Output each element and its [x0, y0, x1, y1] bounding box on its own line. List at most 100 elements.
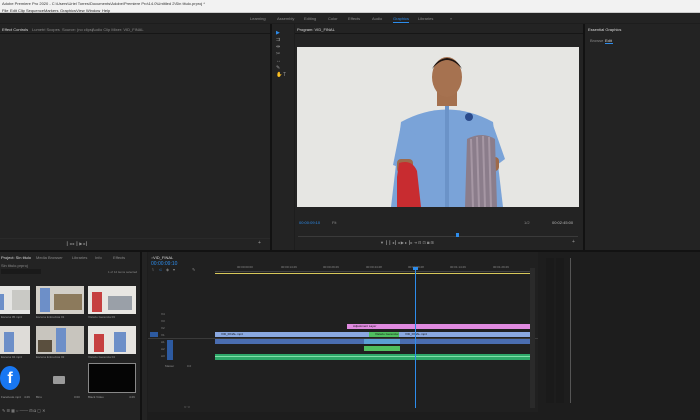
tools-panel: ▶ ⇉ ⇹ ✂ ↔ ✎ ✋ T: [272, 24, 294, 250]
clip-vid-final-2[interactable]: VID_FINAL.mp4: [399, 332, 530, 337]
tab-project[interactable]: Project: Sin titulo: [1, 255, 31, 260]
track-a1-label[interactable]: A1: [161, 340, 165, 344]
source-patch-v1[interactable]: [150, 332, 158, 337]
add-marker-icon[interactable]: ◈: [166, 268, 170, 272]
clip-vid-final-1[interactable]: VID_FINAL.mp4: [215, 332, 369, 337]
track-a3-label[interactable]: A3: [161, 354, 165, 358]
program-video-frame[interactable]: [297, 47, 579, 207]
workspace-audio[interactable]: Audio: [372, 16, 382, 21]
pen-icon[interactable]: ✎: [276, 66, 280, 71]
thumb-bins-duration: 0:00: [74, 395, 80, 399]
tab-program[interactable]: Program: VID_FINAL: [297, 27, 335, 32]
audio-meter-left: [546, 258, 554, 403]
tab-libraries[interactable]: Libraries: [72, 255, 87, 260]
settings-icon[interactable]: ▾: [173, 268, 177, 272]
tab-lumetri-scopes[interactable]: Lumetri Scopes: [32, 27, 60, 32]
thumb-escena-entrevista-01-label: Escena Entrevista 01: [36, 315, 65, 319]
track-v4-label[interactable]: V4: [161, 312, 165, 316]
thumb-escena-entrevista-01[interactable]: [36, 286, 84, 314]
thumb-vistazo-gerencia-04[interactable]: [88, 326, 136, 354]
track-select-icon[interactable]: ⇉: [276, 38, 280, 43]
clip-adjustment-layer[interactable]: Adjustment Layer: [347, 324, 530, 329]
project-search-input[interactable]: [1, 269, 41, 274]
razor-icon[interactable]: ✂: [276, 52, 280, 57]
clip-a1-small[interactable]: [364, 346, 400, 351]
clip-v1-insert[interactable]: [364, 339, 400, 344]
tab-effects[interactable]: Effects: [113, 255, 125, 260]
clip-vistazo-gerencia[interactable]: Vistazo Gerencia 01: [369, 332, 399, 337]
thumb-escena-04[interactable]: [0, 326, 30, 354]
workspace-assembly[interactable]: Assembly: [277, 16, 294, 21]
program-transport-icons[interactable]: ▼ ┃ ┃ ◂┃ ◂ ▶ ▸ ┃▸ ⇥ ⊟ ⊡ ◙ ⊞: [380, 240, 434, 245]
timeline-close-icon[interactable]: ×: [151, 255, 153, 260]
ruler-tick-3: 00:00:44:28: [366, 265, 382, 269]
workspace-more-icon[interactable]: »: [450, 16, 452, 21]
eg-edit-underline: [605, 43, 613, 44]
timeline-zoom-icon[interactable]: ○ ○: [184, 404, 190, 409]
track-master-value[interactable]: 0.0: [187, 364, 191, 368]
vertical-separator-3[interactable]: [140, 252, 142, 420]
track-a2-label[interactable]: A2: [161, 347, 165, 351]
workspace-editing[interactable]: Editing: [304, 16, 316, 21]
program-fit-select[interactable]: Fit: [332, 220, 336, 225]
workspace-active-underline: [393, 22, 409, 23]
tab-info[interactable]: Info: [95, 255, 102, 260]
vertical-separator-1[interactable]: [270, 24, 272, 250]
track-v2-label[interactable]: V2: [161, 326, 165, 330]
vertical-separator-2[interactable]: [583, 24, 585, 250]
ruler-tick-2: 00:00:29:29: [323, 265, 339, 269]
program-add-icon[interactable]: +: [572, 240, 575, 245]
thumb-facebook[interactable]: f: [0, 366, 30, 394]
tab-source[interactable]: Source: (no clips): [62, 27, 93, 32]
work-area-bar[interactable]: [215, 273, 530, 274]
ruler-tick-5: 00:01:14:29: [450, 265, 466, 269]
workspace-graphics[interactable]: Graphics: [393, 16, 409, 21]
program-quality-select[interactable]: 1/2: [524, 220, 530, 225]
type-icon[interactable]: T: [283, 73, 286, 78]
snap-icon[interactable]: ⌇: [152, 268, 156, 272]
tab-essential-graphics[interactable]: Essential Graphics: [588, 27, 621, 32]
source-add-icon[interactable]: +: [258, 241, 261, 246]
audio-meter-scale: [570, 258, 575, 403]
tab-audio-clip-mixer[interactable]: Audio Clip Mixer: VID_FINAL: [92, 27, 144, 32]
workspace-color[interactable]: Color: [328, 16, 338, 21]
ripple-edit-icon[interactable]: ⇹: [276, 45, 280, 50]
track-v1-label[interactable]: V1: [161, 333, 165, 337]
tab-timeline[interactable]: VID_FINAL: [153, 255, 173, 260]
clip-audio-long[interactable]: [215, 354, 530, 360]
track-v3-label[interactable]: V3: [161, 319, 165, 323]
timeline-playhead[interactable]: [415, 268, 416, 408]
thumb-escena-entrevista-02[interactable]: [36, 326, 84, 354]
program-playhead[interactable]: [456, 233, 459, 237]
program-duration: 00:02:45:00: [552, 220, 574, 225]
slip-icon[interactable]: ↔: [276, 59, 281, 64]
horizontal-separator[interactable]: [0, 250, 700, 252]
project-footer-icons[interactable]: ✎ ☰ ▦ ○ ─── ⊟ ◘ ▢ ✕: [2, 408, 45, 413]
audio-track-targets[interactable]: [167, 340, 173, 360]
right-empty-area: [582, 252, 700, 420]
tab-media-browser[interactable]: Media Browser: [36, 255, 63, 260]
linked-selection-icon[interactable]: ⊂: [159, 268, 163, 272]
workspace-libraries[interactable]: Libraries: [418, 16, 433, 21]
workspace-effects[interactable]: Effects: [348, 16, 360, 21]
workspace-learning[interactable]: Learning: [250, 16, 266, 21]
wrench-icon[interactable]: ✎: [192, 268, 196, 272]
eg-browse-tab[interactable]: Browse: [590, 38, 603, 43]
hand-icon[interactable]: ✋: [276, 73, 282, 78]
thumb-escena-04-label: Escena 04.mp4: [1, 355, 22, 359]
program-scrub-bar[interactable]: [298, 236, 578, 237]
thumb-bins-label: Bins: [36, 395, 42, 399]
thumb-bins[interactable]: [36, 366, 84, 394]
folder-icon: [53, 376, 65, 384]
playhead-handle[interactable]: [413, 267, 418, 270]
ruler-tick-0: 00:00:00:00: [237, 265, 253, 269]
program-timecode[interactable]: 00:00:09:10: [299, 220, 320, 225]
tab-effect-controls[interactable]: Effect Controls: [2, 27, 28, 32]
ruler-tick-6: 00:01:29:29: [493, 265, 509, 269]
timeline-v-scrollbar[interactable]: [530, 268, 535, 408]
source-transport-icons[interactable]: ┃ ◂ ▸ ┃ ▶ ▸┃: [66, 241, 88, 246]
thumb-black-video[interactable]: [88, 363, 136, 393]
thumb-vistazo-gerencia-03[interactable]: [88, 286, 136, 314]
thumb-escena-05[interactable]: [0, 286, 30, 314]
selection-tool-icon[interactable]: ▶: [276, 31, 280, 36]
